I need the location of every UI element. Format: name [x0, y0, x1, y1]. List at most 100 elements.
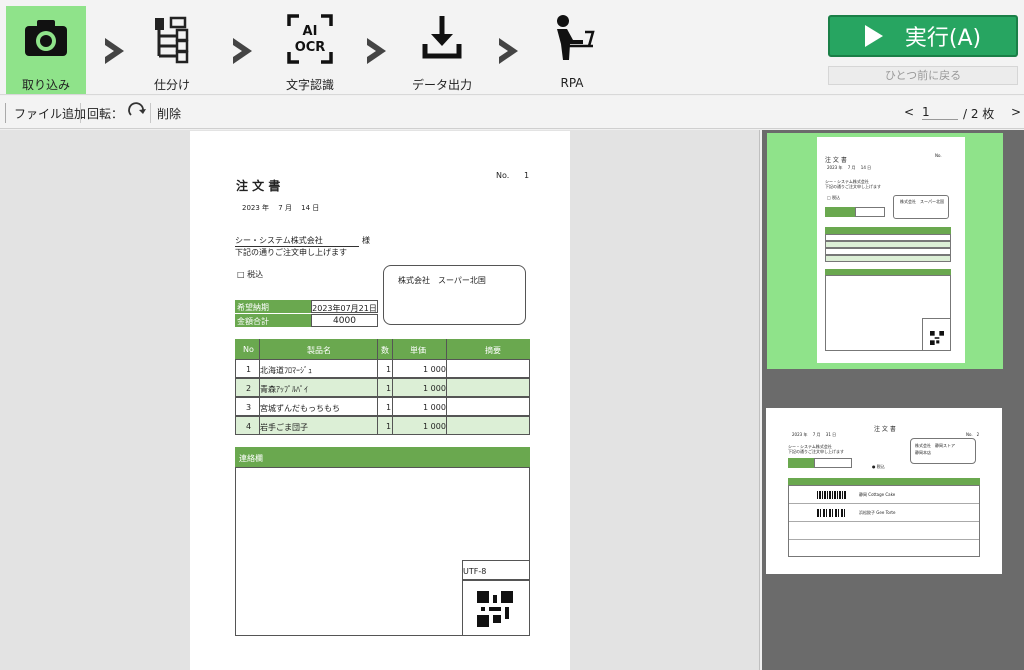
doc-contact-header: 連絡欄 [235, 447, 530, 467]
thumb-tax: □ 税込 [827, 195, 841, 200]
row-qty: 1 [386, 403, 392, 412]
qr-code-icon [462, 580, 530, 636]
thumb-row [825, 255, 951, 262]
table-row: 2 青森ｱｯﾌﾟﾙﾊﾟｲ 1 1 000 [235, 378, 530, 397]
workflow-toolbar: 取り込み 仕分け AI OCR 文字認識 データ出力 RPA 実行(A) ひとつ前… [0, 0, 1024, 95]
thumb2-tax-label: 税込 [876, 464, 885, 469]
delete-button[interactable]: 削除 [157, 105, 181, 122]
chevron-right-icon [496, 36, 522, 66]
row-price: 1 000 [423, 365, 446, 374]
table-divider [259, 339, 260, 435]
thumb2-company-box: 株式会社 静岡ストア 静岡本店 [910, 438, 976, 464]
row-name: 岩手ごま団子 [260, 423, 308, 432]
table-row: 4 岩手ごま団子 1 1 000 [235, 416, 530, 435]
step-ocr-label: 文字認識 [285, 78, 334, 92]
thumb2-total-label [788, 463, 814, 468]
doc-delivery-value: 2023年07月21日 [311, 300, 378, 313]
next-page-button[interactable]: > [1011, 105, 1021, 119]
page-total: / 2 枚 [963, 107, 995, 121]
row-no: 1 [246, 365, 252, 374]
step-import-label: 取り込み [21, 78, 70, 92]
table-row: 1 北海道ﾌﾛﾏｰｼﾞｭ 1 1 000 [235, 359, 530, 378]
doc-no-value: 1 [524, 171, 530, 180]
thumb-intro: 下記の通りご注文申し上げます [825, 184, 881, 189]
chevron-right-icon [364, 36, 390, 66]
camera-icon [21, 10, 71, 68]
thumb2-company: 株式会社 静岡ストア [915, 443, 955, 448]
thumb-total-label [825, 212, 855, 217]
step-rpa[interactable]: RPA [532, 6, 612, 94]
page-thumbnail-panel[interactable]: 注 文 書 No. 2023 年 7 月 14 日 シー・システム株式会社 下記… [762, 130, 1024, 670]
table-row: 3 宮城ずんだもっちもち 1 1 000 [235, 397, 530, 416]
step-rpa-label: RPA [560, 76, 584, 90]
row-qty: 1 [386, 384, 392, 393]
qr-code-icon [922, 318, 951, 351]
thumbnail-page: 注 文 書 No. 2023 年 7 月 14 日 シー・システム株式会社 下記… [817, 137, 965, 363]
col-price: 単価 [410, 346, 426, 355]
ai-ocr-icon: AI OCR [285, 10, 335, 68]
thumb-row [825, 241, 951, 248]
row-no: 4 [246, 422, 252, 431]
doc-tax: □ 税込 [237, 270, 264, 279]
divider [150, 103, 151, 123]
col-product: 製品名 [307, 346, 331, 355]
svg-text:OCR: OCR [295, 40, 326, 55]
prev-page-button[interactable]: < [904, 105, 914, 119]
barcode-icon [817, 491, 847, 499]
thumb2-values [814, 458, 852, 468]
thumb2-intro: 下記の通りご注文申し上げます [788, 449, 844, 454]
step-sort[interactable]: 仕分け [132, 6, 212, 94]
doc-intro: 下記の通りご注文申し上げます [235, 248, 347, 257]
thumb-row [825, 248, 951, 255]
chevron-right-icon [102, 36, 128, 66]
sort-tree-icon [147, 10, 197, 68]
row-qty: 1 [386, 422, 392, 431]
table-divider [446, 339, 447, 435]
chevron-right-icon [230, 36, 256, 66]
document-page: 注 文 書 No. 1 2023 年 7 月 14 日 シー・システム株式会社 … [190, 131, 570, 670]
add-file-button[interactable]: ファイル追加 [14, 105, 86, 122]
rotate-clockwise-icon[interactable] [127, 101, 147, 124]
download-icon [417, 10, 467, 68]
undo-step-button[interactable]: ひとつ前に戻る [828, 66, 1018, 85]
thumb-values [855, 207, 885, 217]
thumb2-table-header [788, 478, 980, 485]
doc-encoding-box: UTF-8 [462, 560, 530, 580]
row-name: 青森ｱｯﾌﾟﾙﾊﾟｲ [260, 385, 308, 394]
table-divider [377, 339, 378, 435]
col-note: 摘要 [485, 346, 501, 355]
thumb-no: No. [935, 153, 942, 158]
doc-table-header: No 製品名 数 単価 摘要 [235, 339, 530, 359]
doc-total-label: 金額合計 [235, 314, 311, 327]
thumb-company: 株式会社 スーパー北国 [900, 199, 944, 204]
row-qty: 1 [386, 365, 392, 374]
thumb2-date: 2023 年 7 月 31 日 [792, 432, 837, 437]
page-thumbnail-2[interactable]: 注 文 書 No. 2 2023 年 7 月 31 日 シー・システム株式会社 … [766, 408, 1002, 574]
thumb2-tax: ● 税込 [872, 464, 885, 469]
rotate-label: 回転： [87, 107, 124, 121]
row-no: 3 [246, 403, 252, 412]
page-thumbnail-1[interactable]: 注 文 書 No. 2023 年 7 月 14 日 シー・システム株式会社 下記… [767, 133, 1003, 369]
thumb-table-header [825, 227, 951, 234]
step-data-output-label: データ出力 [411, 78, 472, 92]
document-viewer[interactable]: 注 文 書 No. 1 2023 年 7 月 14 日 シー・システム株式会社 … [0, 130, 760, 670]
step-data-output[interactable]: データ出力 [402, 6, 482, 94]
barcode-icon [817, 509, 847, 517]
page-toolbar: ファイル追加 回転： 削除 < 1 / 2 枚 > [0, 96, 1024, 129]
step-import[interactable]: 取り込み [6, 6, 86, 94]
page-number-input[interactable]: 1 [922, 105, 958, 120]
thumb-title: 注 文 書 [825, 157, 847, 164]
thumb2-row-divider [789, 539, 979, 540]
thumb-row [825, 234, 951, 241]
table-divider [392, 339, 393, 435]
thumb2-row-divider [789, 503, 979, 504]
doc-honorific: 様 [362, 236, 370, 245]
step-ocr[interactable]: AI OCR 文字認識 [270, 6, 350, 94]
robot-at-desk-icon [547, 10, 597, 68]
thumb-date: 2023 年 7 月 14 日 [827, 165, 872, 170]
doc-company: 株式会社 スーパー北国 [398, 276, 486, 285]
run-button[interactable]: 実行(A) [828, 15, 1018, 57]
doc-customer: シー・システム株式会社 [235, 235, 359, 247]
thumb-company-box: 株式会社 スーパー北国 [893, 195, 949, 219]
doc-delivery-label: 希望納期 [235, 300, 311, 313]
